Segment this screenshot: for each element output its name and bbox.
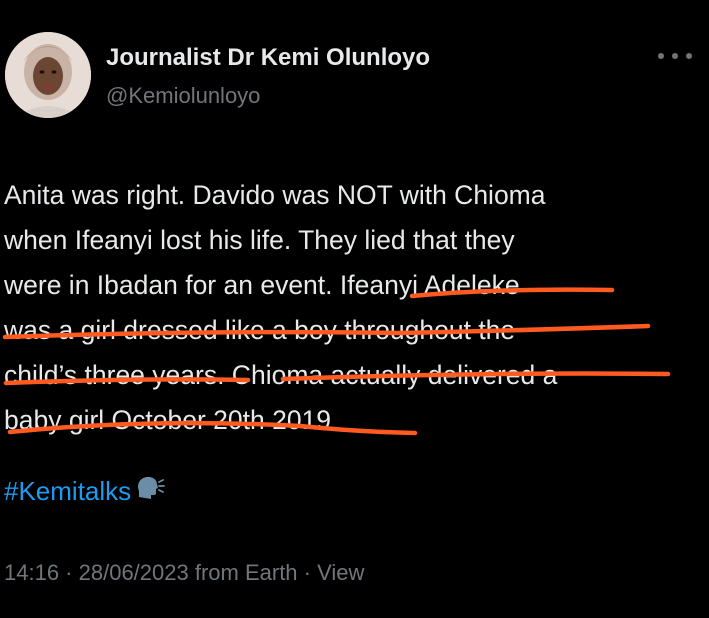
tweet-line: when Ifeanyi lost his life. They lied th… bbox=[4, 225, 515, 255]
more-options-icon[interactable] bbox=[658, 46, 692, 66]
speaking-head-icon bbox=[135, 475, 166, 508]
tweet-line: were in Ibadan for an event. Ifeanyi Ade… bbox=[4, 270, 520, 300]
tweet-text: Anita was right. Davido was NOT with Chi… bbox=[4, 173, 694, 443]
author-display-name[interactable]: Journalist Dr Kemi Olunloyo bbox=[106, 44, 430, 72]
tweet-source: from Earth bbox=[188, 560, 298, 585]
tweet-line: child’s three years. Chioma actually del… bbox=[4, 360, 558, 390]
dot bbox=[658, 53, 664, 59]
views-link[interactable]: View bbox=[317, 560, 364, 585]
dot bbox=[686, 53, 692, 59]
tweet-date[interactable]: 28/06/2023 bbox=[79, 560, 189, 585]
dot bbox=[672, 53, 678, 59]
hashtag-row: #Kemitalks bbox=[4, 475, 166, 508]
tweet: Journalist Dr Kemi Olunloyo @Kemiolunloy… bbox=[0, 0, 709, 618]
author-handle[interactable]: @Kemiolunloyo bbox=[106, 83, 260, 109]
tweet-line: was a girl dressed like a boy throughout… bbox=[4, 315, 516, 345]
meta-separator: · bbox=[297, 560, 318, 585]
tweet-time[interactable]: 14:16 bbox=[4, 560, 59, 585]
tweet-line: baby girl October 20th 2019 bbox=[4, 405, 332, 435]
hashtag-link[interactable]: #Kemitalks bbox=[4, 476, 131, 507]
avatar[interactable] bbox=[5, 32, 91, 118]
tweet-line: Anita was right. Davido was NOT with Chi… bbox=[4, 180, 546, 210]
meta-separator: · bbox=[59, 560, 79, 585]
tweet-metadata: 14:16 · 28/06/2023 from Earth · View bbox=[4, 560, 364, 586]
